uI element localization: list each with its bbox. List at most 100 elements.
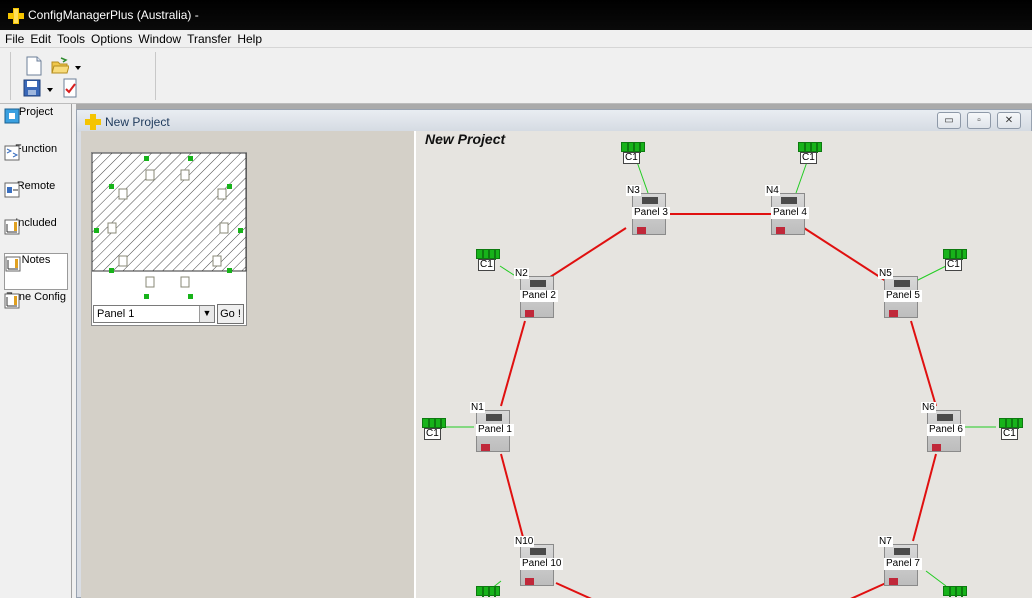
panel-select[interactable]: Panel 1 ▼ [93,305,215,323]
panel-label: Panel 3 [632,207,670,219]
notes-icon [5,256,21,272]
dropdown-arrow-icon[interactable] [73,58,83,78]
panel-node-n3[interactable]: N3 Panel 3 [626,185,670,235]
minimap-connector [188,156,193,161]
remote-icon [4,182,20,198]
menu-bar: File Edit Tools Options Window Transfer Help [0,30,1032,48]
window-title: ConfigManagerPlus (Australia) - [28,8,199,22]
zone-config-icon [4,293,20,309]
nav-item-notes[interactable]: Notes [4,253,68,290]
panel-node-n6[interactable]: N6 Panel 6 [921,402,965,452]
minimap-panel [180,276,190,288]
minimap-panel [118,188,128,200]
nav-item-label: Included [15,217,57,229]
minimap-panel [145,169,155,181]
network-links [446,158,996,598]
connector-label: C1 [800,152,817,164]
panel-select-value: Panel 1 [97,308,135,320]
restore-button[interactable]: ▫ [967,112,991,129]
included-icon [4,219,20,235]
minimap-connector [144,156,149,161]
menu-transfer[interactable]: Transfer [184,30,234,47]
nav-item-label: Project [18,106,54,118]
panel-label: Panel 4 [771,207,809,219]
menu-tools[interactable]: Tools [54,30,88,47]
loop-link [500,453,525,542]
panel-label: Panel 10 [520,558,564,570]
panel-node-n2[interactable]: N2 Panel 2 [514,268,558,318]
menu-help[interactable]: Help [234,30,265,47]
new-project-icon [85,114,101,130]
nav-item-label: Remote [16,180,56,192]
connector-c1[interactable] [476,586,500,598]
close-button[interactable]: ✕ [997,112,1021,129]
nav-item-function[interactable]: Function [4,143,68,180]
minimap-panel [180,169,190,181]
viewport-indicator[interactable] [92,153,247,272]
connector-c1[interactable]: C1 [476,249,500,271]
node-id: N2 [514,268,529,279]
panel-node-n4[interactable]: N4 Panel 4 [765,185,809,235]
connector-c1[interactable] [943,586,967,598]
minimap-connector [238,228,243,233]
connector-c1[interactable]: C1 [943,249,967,271]
nav-item-included[interactable]: Included [4,217,68,254]
new-file-icon[interactable] [25,56,43,76]
connector-c1[interactable]: C1 [422,418,446,440]
connector-link [915,265,947,282]
connector-label: C1 [945,259,962,271]
panel-node-n7[interactable]: N7 Panel 7 [878,536,922,586]
connector-label: C1 [1001,428,1018,440]
save-icon[interactable] [23,78,41,98]
overview-minimap [92,153,247,299]
toolbar-panel [10,52,156,100]
nav-item-project[interactable]: Project [4,106,68,143]
nav-item-label: Function [14,143,58,155]
minimap-panel [217,188,227,200]
panel-node-n5[interactable]: N5 Panel 5 [878,268,922,318]
minimap-panel [212,255,222,267]
connector-block [621,142,645,153]
node-id: N10 [514,536,535,547]
minimap-connector [109,184,114,189]
minimap-panel [145,276,155,288]
loop-link [912,453,937,542]
panel-node-n10[interactable]: N10 Panel 10 [514,536,564,586]
panel-node-n1[interactable]: N1 Panel 1 [470,402,514,452]
minimap-connector [227,268,232,273]
loop-link [803,227,887,282]
overview-map[interactable] [91,152,247,326]
project-window-title: New Project [105,115,170,129]
dropdown-arrow-icon[interactable] [45,80,55,100]
connector-c1[interactable]: C1 [798,142,822,164]
diagram-canvas[interactable]: New Project C1 C1 C1 C1 C1 C1 N3 Panel 3… [414,131,1032,598]
minimap-connector [188,294,193,299]
connector-block [476,249,500,260]
chevron-down-icon[interactable]: ▼ [199,306,214,322]
project-icon [4,108,20,124]
menu-edit[interactable]: Edit [27,30,54,47]
open-folder-icon[interactable] [51,56,69,76]
loop-link [910,320,937,407]
go-button[interactable]: Go ! [217,304,244,324]
nav-item-remote[interactable]: Remote [4,180,68,217]
check-document-icon[interactable] [61,78,79,98]
menu-file[interactable]: File [2,30,27,47]
nav-item-zone-config[interactable]: Zone Config [4,291,68,328]
connector-c1[interactable]: C1 [621,142,645,164]
menu-window[interactable]: Window [135,30,184,47]
minimap-connector [109,268,114,273]
connector-c1[interactable]: C1 [999,418,1023,440]
project-window-titlebar: New Project ▭ ▫ ✕ [77,110,1031,132]
panel-label: Panel 7 [884,558,922,570]
app-plus-icon [8,8,24,24]
panel-label: Panel 6 [927,424,965,436]
connector-label: C1 [623,152,640,164]
node-id: N3 [626,185,641,196]
minimap-connector [227,184,232,189]
loop-link [555,582,592,598]
minimize-button[interactable]: ▭ [937,112,961,129]
menu-options[interactable]: Options [88,30,135,47]
connector-link [925,570,947,587]
node-id: N5 [878,268,893,279]
